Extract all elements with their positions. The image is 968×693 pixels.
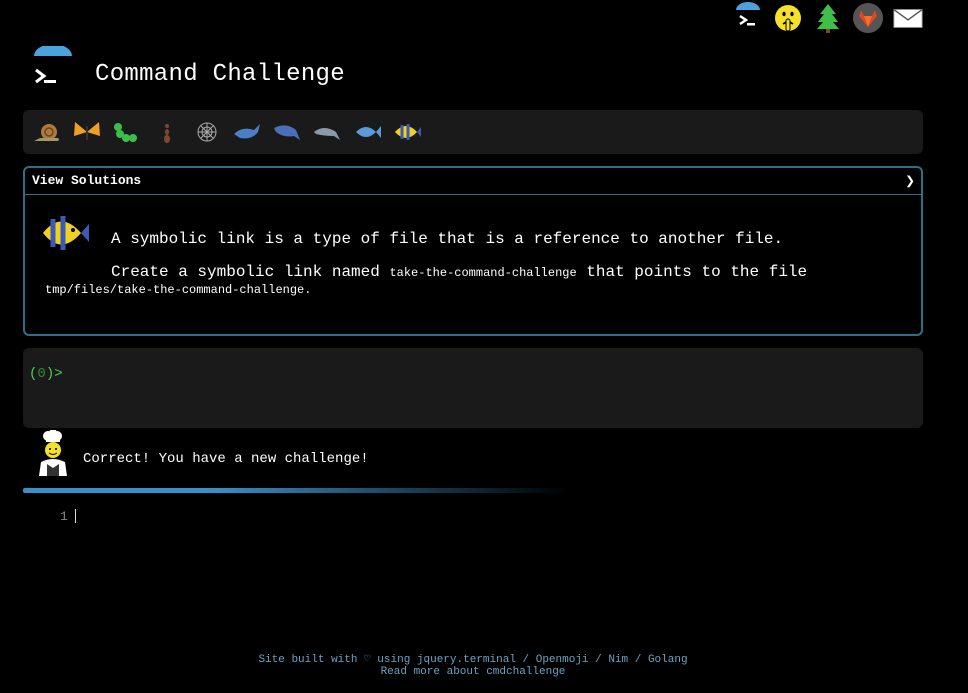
challenge-panel: View Solutions ❯ A symbolic link is a ty… <box>23 166 923 336</box>
badge-bar <box>23 110 923 154</box>
editor-line-number: 1 <box>60 509 68 524</box>
result-message: Correct! You have a new challenge! <box>83 451 369 467</box>
mail-icon[interactable] <box>892 2 924 34</box>
chevron-right-icon: ❯ <box>905 173 915 191</box>
snail-icon[interactable] <box>31 116 63 148</box>
caterpillar-icon[interactable] <box>111 116 143 148</box>
challenge-description: A symbolic link is a type of file that i… <box>111 230 784 248</box>
target-path: tmp/files/take-the-command-challenge. <box>45 283 312 297</box>
shark-icon[interactable] <box>271 116 303 148</box>
page-title: Command Challenge <box>95 61 345 88</box>
shushing-face-icon[interactable] <box>772 2 804 34</box>
gitlab-icon[interactable] <box>852 2 884 34</box>
terminal[interactable]: (0)> <box>23 348 923 428</box>
footer-credits[interactable]: Site built with ♡ using jquery.terminal … <box>0 654 946 666</box>
ant-icon[interactable] <box>151 116 183 148</box>
tropical-fish-icon[interactable] <box>391 116 423 148</box>
progress-bar <box>23 488 568 493</box>
editor-cursor[interactable] <box>75 509 76 523</box>
chef-avatar-icon <box>35 429 71 476</box>
terminal-icon[interactable] <box>732 2 764 34</box>
view-solutions-toggle[interactable]: View Solutions ❯ <box>25 168 921 195</box>
footer: Site built with ♡ using jquery.terminal … <box>0 654 946 678</box>
footer-read-more-link[interactable]: Read more about cmdchallenge <box>0 666 946 678</box>
top-nav <box>732 0 924 36</box>
spider-web-icon[interactable] <box>191 116 223 148</box>
tree-icon[interactable] <box>812 2 844 34</box>
link-name-code: take-the-command-challenge <box>389 266 577 280</box>
tropical-fish-icon <box>39 210 91 256</box>
exit-code: 0 <box>37 366 46 382</box>
view-solutions-label: View Solutions <box>32 173 142 188</box>
challenge-instruction: Create a symbolic link named take-the-co… <box>111 263 808 281</box>
terminal-prompt: (0)> <box>29 366 63 382</box>
logo-icon <box>30 44 76 92</box>
whale-icon[interactable] <box>231 116 263 148</box>
fish-icon[interactable] <box>351 116 383 148</box>
target-path-code: tmp/files/take-the-command-challenge <box>45 283 305 297</box>
dolphin-icon[interactable] <box>311 116 343 148</box>
butterfly-icon[interactable] <box>71 116 103 148</box>
